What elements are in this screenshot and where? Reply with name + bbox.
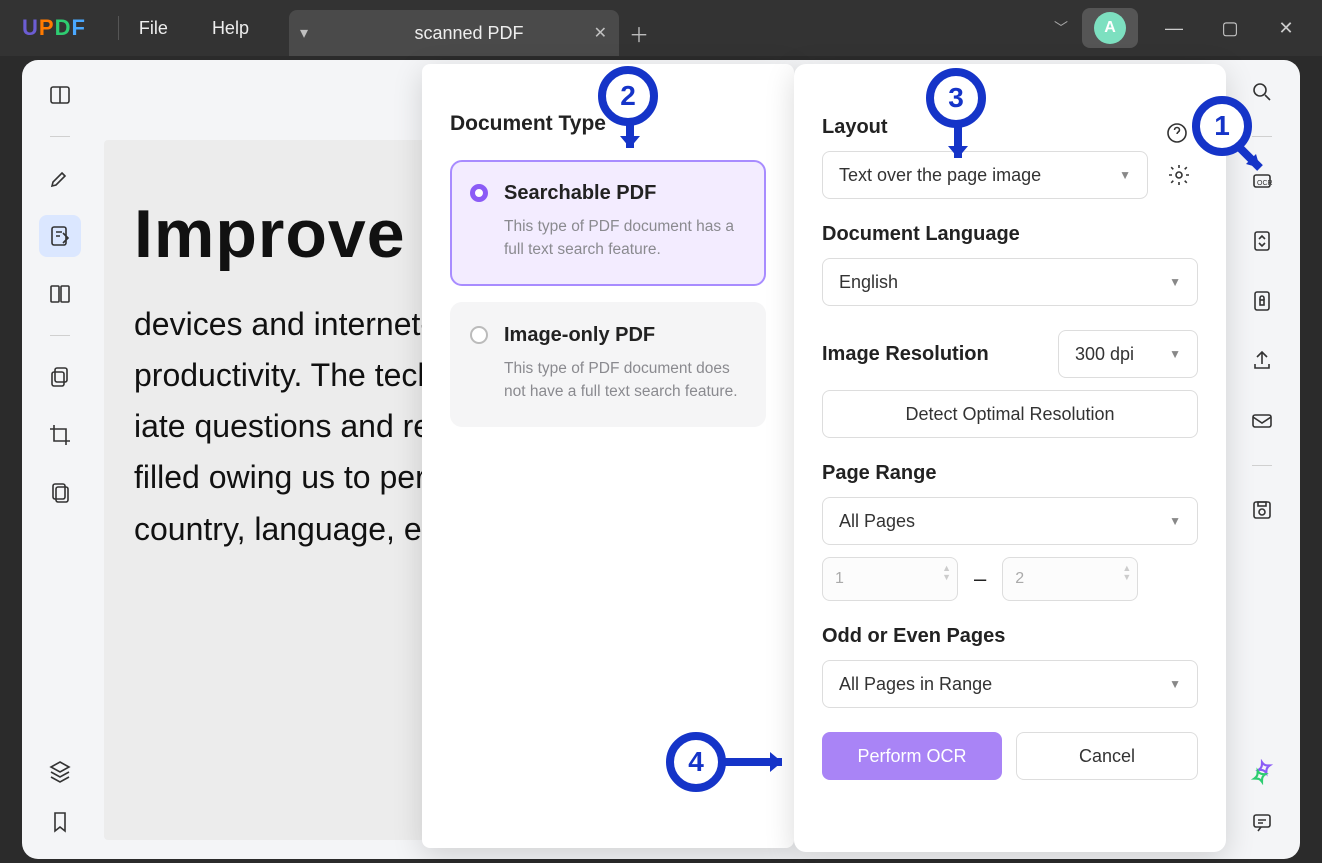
crop-tool-icon[interactable] (39, 414, 81, 456)
avatar-wrap[interactable]: A (1082, 8, 1138, 48)
tab-title: scanned PDF (414, 23, 523, 44)
menu-bar: File Help (139, 18, 249, 39)
chevron-down-icon: ▼ (1169, 514, 1181, 528)
range-dash: – (974, 566, 986, 592)
ocr-panel: Layout Text over the page image▼ Documen… (794, 64, 1226, 852)
avatar: A (1094, 12, 1126, 44)
reader-tool-icon[interactable] (39, 74, 81, 116)
bookmark-icon[interactable] (48, 810, 72, 839)
titlebar: UPDF File Help ▾ scanned PDF ✕ ＋ ﹀ A — ▢… (0, 0, 1322, 56)
cancel-button[interactable]: Cancel (1016, 732, 1198, 780)
duplicate-tool-icon[interactable] (39, 356, 81, 398)
left-toolbar (30, 74, 90, 514)
searchable-pdf-option[interactable]: Searchable PDF This type of PDF document… (450, 160, 766, 286)
callout-2: 2 (598, 66, 658, 126)
separator (118, 16, 119, 40)
highlight-tool-icon[interactable] (39, 157, 81, 199)
edit-tool-icon[interactable] (39, 215, 81, 257)
help-icon[interactable] (1158, 114, 1196, 152)
resolution-label: Image Resolution (822, 343, 989, 366)
language-label: Document Language (822, 223, 1198, 246)
chevron-down-icon: ▼ (1169, 275, 1181, 289)
range-from-input[interactable]: 1▲▼ (822, 557, 958, 601)
app-logo: UPDF (0, 15, 108, 41)
option-desc: This type of PDF document does not have … (504, 357, 742, 404)
image-only-pdf-option[interactable]: Image-only PDF This type of PDF document… (450, 302, 766, 428)
detect-resolution-button[interactable]: Detect Optimal Resolution (822, 390, 1198, 438)
convert-icon[interactable] (1242, 221, 1282, 261)
document-type-panel: Document Type Searchable PDF This type o… (422, 64, 794, 848)
search-icon[interactable] (1242, 72, 1282, 112)
pages-tool-icon[interactable] (39, 273, 81, 315)
layout-label: Layout (822, 116, 1198, 139)
workspace: OCR Improve devices and internet-bas ady… (0, 56, 1322, 863)
tab-bar: ▾ scanned PDF ✕ ＋ (289, 0, 659, 56)
close-tab-icon[interactable]: ✕ (594, 23, 607, 43)
odd-even-label: Odd or Even Pages (822, 625, 1198, 648)
tab-scanned-pdf[interactable]: scanned PDF ✕ (319, 10, 619, 56)
gear-icon[interactable] (1160, 156, 1198, 194)
menu-file[interactable]: File (139, 18, 168, 39)
comment-icon[interactable] (1250, 810, 1274, 839)
window-controls: ﹀ A — ▢ ✕ (1040, 0, 1322, 56)
protect-icon[interactable] (1242, 281, 1282, 321)
menu-help[interactable]: Help (212, 18, 249, 39)
close-window-button[interactable]: ✕ (1258, 0, 1314, 56)
compress-tool-icon[interactable] (39, 472, 81, 514)
resolution-select[interactable]: 300 dpi▼ (1058, 330, 1198, 378)
language-select[interactable]: English▼ (822, 258, 1198, 306)
ai-icon[interactable] (1249, 759, 1275, 790)
mail-icon[interactable] (1242, 401, 1282, 441)
spinner-icon: ▲▼ (1122, 564, 1131, 582)
minimize-button[interactable]: — (1146, 0, 1202, 56)
share-icon[interactable] (1242, 341, 1282, 381)
range-to-input[interactable]: 2▲▼ (1002, 557, 1138, 601)
odd-even-select[interactable]: All Pages in Range▼ (822, 660, 1198, 708)
callout-3: 3 (926, 68, 986, 128)
canvas: OCR Improve devices and internet-bas ady… (22, 60, 1300, 859)
chevron-down-icon: ▼ (1119, 168, 1131, 182)
layout-select[interactable]: Text over the page image▼ (822, 151, 1148, 199)
radio-icon (470, 184, 488, 202)
arrow-3 (946, 120, 976, 180)
page-range-label: Page Range (822, 462, 1198, 485)
layers-icon[interactable] (48, 759, 72, 788)
spinner-icon: ▲▼ (942, 564, 951, 582)
maximize-button[interactable]: ▢ (1202, 0, 1258, 56)
option-title: Image-only PDF (504, 324, 742, 347)
arrow-4 (722, 750, 802, 785)
page-range-select[interactable]: All Pages▼ (822, 497, 1198, 545)
chevron-down-icon: ▼ (1169, 347, 1181, 361)
callout-1: 1 (1192, 96, 1252, 156)
perform-ocr-button[interactable]: Perform OCR (822, 732, 1002, 780)
option-title: Searchable PDF (504, 182, 742, 205)
option-desc: This type of PDF document has a full tex… (504, 215, 742, 262)
radio-icon (470, 326, 488, 344)
save-icon[interactable] (1242, 490, 1282, 530)
tab-dropdown-icon[interactable]: ▾ (289, 10, 319, 56)
callout-4: 4 (666, 732, 726, 792)
right-toolbar-bottom (1232, 759, 1292, 839)
account-dropdown-icon[interactable]: ﹀ (1040, 18, 1082, 38)
add-tab-button[interactable]: ＋ (619, 10, 659, 56)
chevron-down-icon: ▼ (1169, 677, 1181, 691)
left-toolbar-bottom (30, 759, 90, 839)
